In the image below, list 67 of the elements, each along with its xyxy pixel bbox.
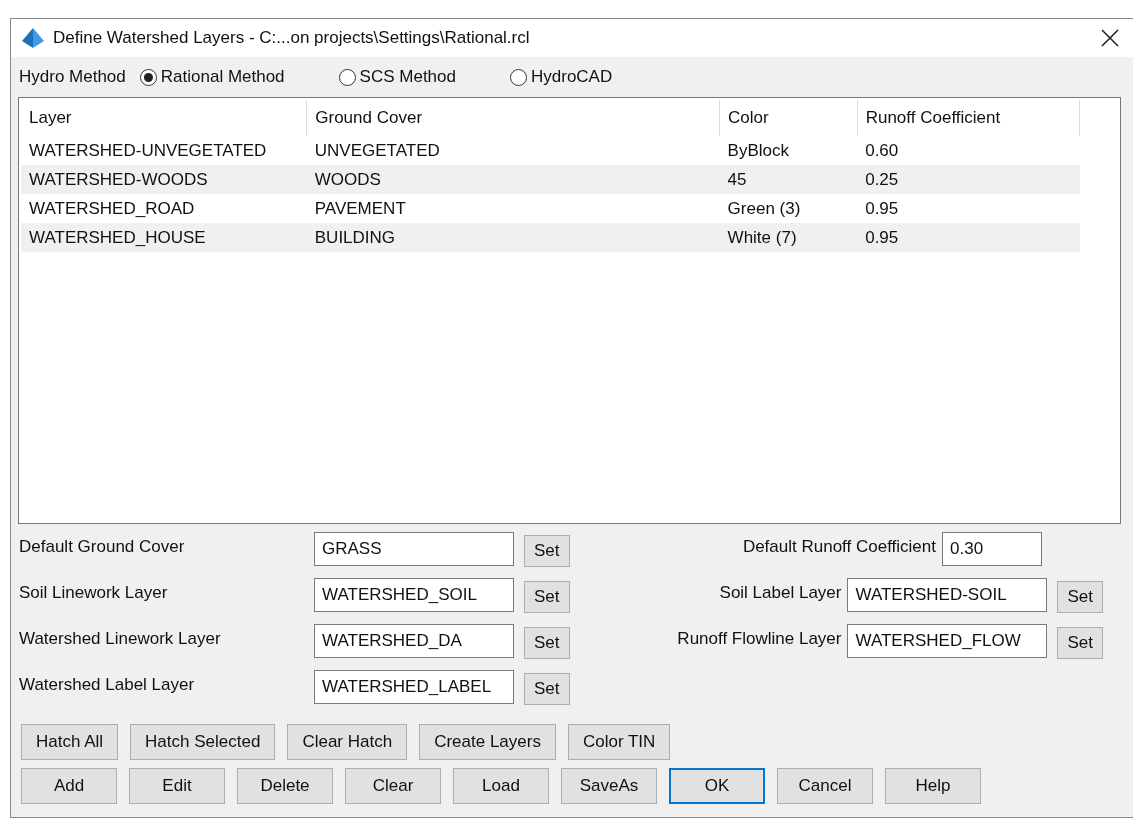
- set-button[interactable]: Set: [524, 581, 570, 613]
- table-cell: 45: [719, 165, 858, 194]
- field-label: Soil Label Layer: [719, 582, 842, 604]
- table-cell: Green (3): [719, 194, 858, 223]
- table-cell: 0.95: [857, 194, 1080, 223]
- radio-button[interactable]: [139, 68, 157, 86]
- table-cell: WATERSHED-UNVEGETATED: [21, 136, 307, 165]
- action-button[interactable]: Hatch All: [21, 724, 119, 760]
- text-field[interactable]: 0.30: [942, 532, 1042, 566]
- window-title: Define Watershed Layers - C:...on projects\Settings\Rational.rcl: [53, 27, 530, 50]
- action-button[interactable]: Edit: [129, 768, 225, 804]
- radio-option[interactable]: HydroCAD: [510, 64, 613, 90]
- column-header[interactable]: Color: [719, 100, 858, 136]
- pyramid-icon: [21, 27, 45, 49]
- radio-label: Rational Method: [160, 66, 285, 89]
- action-button[interactable]: Color TIN: [567, 724, 671, 760]
- table-cell: UNVEGETATED: [306, 136, 720, 165]
- table-cell: WATERSHED_HOUSE: [21, 223, 307, 252]
- text-field[interactable]: WATERSHED-SOIL: [847, 578, 1048, 612]
- action-button[interactable]: Delete: [237, 768, 333, 804]
- radio-button[interactable]: [510, 68, 527, 86]
- text-field[interactable]: GRASS: [314, 532, 514, 566]
- action-button[interactable]: Help: [885, 768, 981, 804]
- action-button[interactable]: Load: [453, 768, 549, 804]
- field-label: Soil Linework Layer: [19, 582, 169, 604]
- field-label: Watershed Label Layer: [19, 674, 196, 696]
- action-button[interactable]: OK: [669, 768, 765, 804]
- column-header[interactable]: Runoff Coefficient: [857, 100, 1080, 136]
- field-label: Default Runoff Coefficient: [742, 536, 936, 558]
- column-header[interactable]: Ground Cover: [306, 100, 720, 136]
- table-cell: PAVEMENT: [306, 194, 720, 223]
- set-button[interactable]: Set: [524, 627, 570, 659]
- table-cell: 0.60: [857, 136, 1080, 165]
- action-button[interactable]: SaveAs: [561, 768, 657, 804]
- action-button[interactable]: Add: [21, 768, 117, 804]
- field-label: Watershed Linework Layer: [19, 628, 222, 650]
- close-icon[interactable]: [1101, 29, 1119, 47]
- set-button[interactable]: Set: [1057, 581, 1103, 613]
- action-button[interactable]: Create Layers: [419, 724, 556, 760]
- set-button[interactable]: Set: [524, 535, 570, 567]
- field-label: Default Ground Cover: [19, 536, 186, 558]
- action-button[interactable]: Clear: [345, 768, 441, 804]
- radio-option[interactable]: SCS Method: [338, 64, 456, 90]
- text-field[interactable]: WATERSHED_LABEL: [314, 670, 514, 704]
- action-button[interactable]: Clear Hatch: [287, 724, 408, 760]
- table-cell: WATERSHED-WOODS: [21, 165, 307, 194]
- text-field[interactable]: WATERSHED_FLOW: [847, 624, 1048, 658]
- text-field[interactable]: WATERSHED_SOIL: [314, 578, 514, 612]
- radio-label: SCS Method: [359, 66, 456, 89]
- table-cell: WOODS: [306, 165, 720, 194]
- action-button[interactable]: Cancel: [777, 768, 873, 804]
- action-button[interactable]: Hatch Selected: [130, 724, 276, 760]
- table-cell: ByBlock: [719, 136, 858, 165]
- table-cell: White (7): [719, 223, 858, 252]
- field-label: Runoff Flowline Layer: [677, 628, 842, 650]
- text-field[interactable]: WATERSHED_DA: [314, 624, 514, 658]
- column-header[interactable]: Layer: [21, 100, 307, 136]
- radio-button[interactable]: [338, 68, 356, 86]
- radio-label: HydroCAD: [531, 66, 613, 89]
- table-cell: BUILDING: [306, 223, 720, 252]
- set-button[interactable]: Set: [1057, 627, 1103, 659]
- table-cell: 0.95: [857, 223, 1080, 252]
- table-cell: 0.25: [857, 165, 1080, 194]
- table-cell: WATERSHED_ROAD: [21, 194, 307, 223]
- radio-option[interactable]: Rational Method: [139, 64, 285, 90]
- group-label: Hydro Method: [19, 66, 126, 89]
- set-button[interactable]: Set: [524, 673, 570, 705]
